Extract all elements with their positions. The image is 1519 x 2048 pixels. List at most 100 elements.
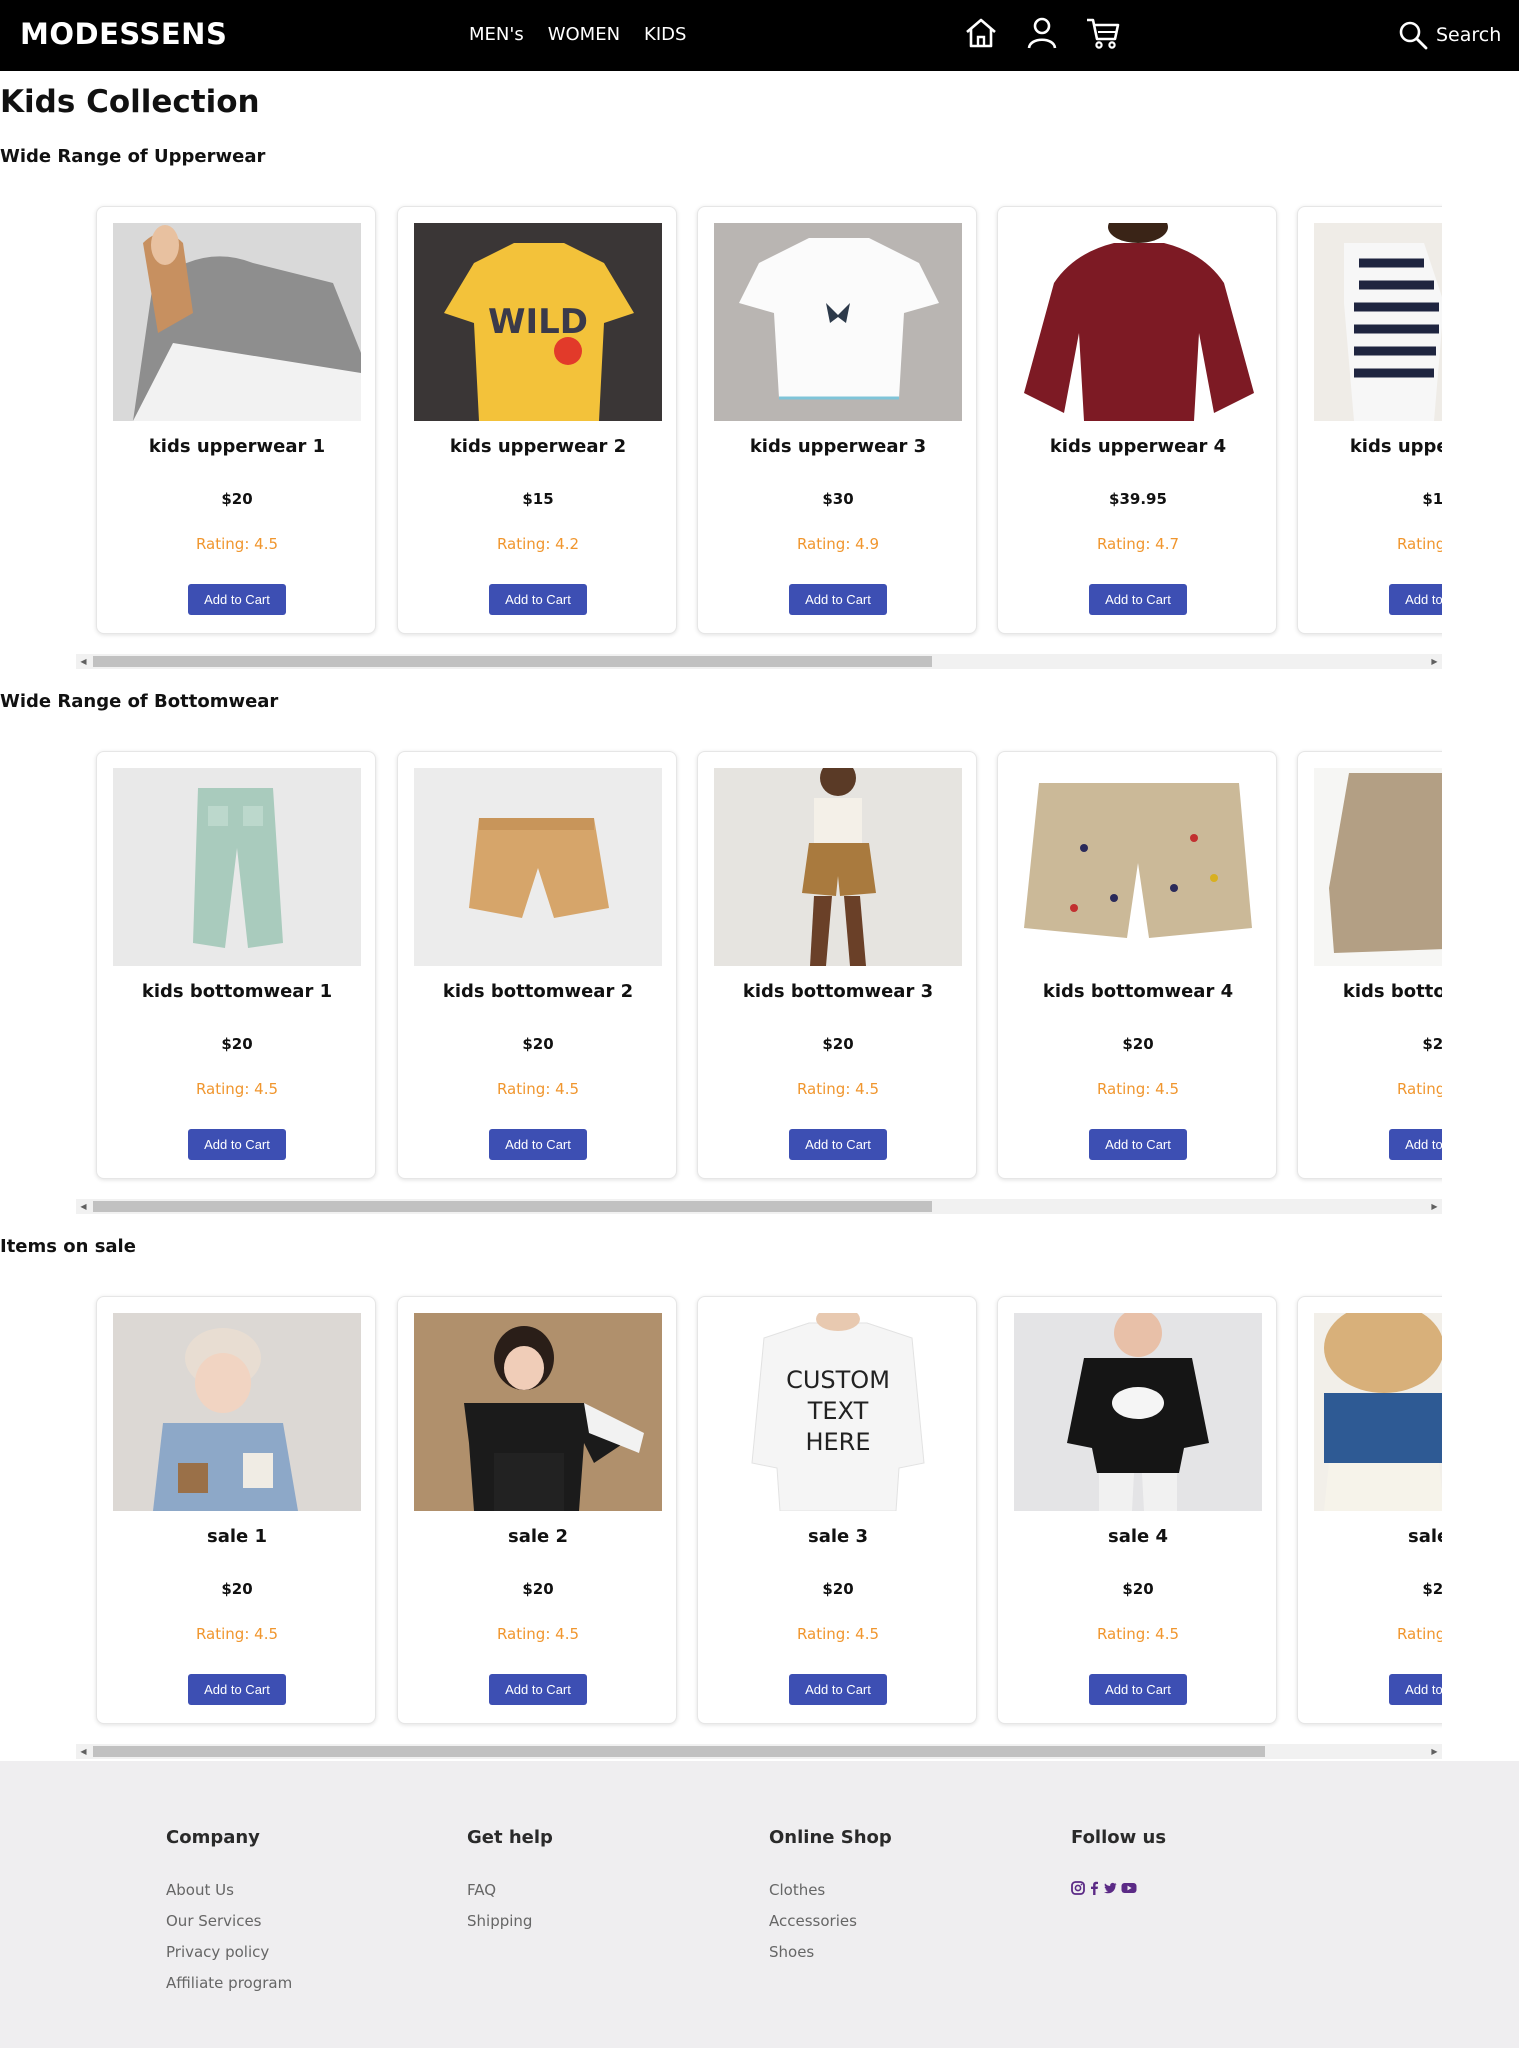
add-to-cart-button[interactable]: Add to Cart: [489, 1129, 587, 1160]
product-image[interactable]: [1314, 1313, 1442, 1511]
nav-icon-group: [963, 15, 1121, 51]
add-to-cart-button[interactable]: Add to Cart: [1389, 1674, 1442, 1705]
nav-link-women[interactable]: WOMEN: [548, 24, 620, 45]
add-to-cart-button[interactable]: Add to Cart: [1389, 584, 1442, 615]
product-name[interactable]: sale 5: [1298, 1526, 1442, 1547]
carousel-sale[interactable]: sale 1 $20 Rating: 4.5 Add to Cart sale …: [76, 1280, 1442, 1735]
add-to-cart-button[interactable]: Add to Cart: [1089, 584, 1187, 615]
product-card: kids upperwear 5 $10 Rating: 4.5 Add to …: [1297, 206, 1442, 634]
product-name[interactable]: kids upperwear 5: [1298, 436, 1442, 457]
facebook-icon[interactable]: [1089, 1881, 1099, 1895]
product-image[interactable]: [1314, 768, 1442, 966]
horizontal-scrollbar[interactable]: ◀ ▶: [76, 1199, 1442, 1214]
product-card: kids bottomwear 5 $20 Rating: 4.5 Add to…: [1297, 751, 1442, 1179]
product-image[interactable]: WILD: [414, 223, 662, 421]
svg-text:HERE: HERE: [805, 1428, 870, 1456]
horizontal-scrollbar[interactable]: ◀ ▶: [76, 1744, 1442, 1759]
product-name[interactable]: kids bottomwear 5: [1298, 981, 1442, 1002]
footer-link-our-services[interactable]: Our Services: [166, 1912, 292, 1930]
main-nav: MEN's WOMEN KIDS: [469, 24, 686, 45]
horizontal-scrollbar[interactable]: ◀ ▶: [76, 654, 1442, 669]
footer-link-clothes[interactable]: Clothes: [769, 1881, 892, 1899]
product-image[interactable]: [414, 1313, 662, 1511]
scroll-right-arrow-icon[interactable]: ▶: [1427, 654, 1442, 669]
product-name[interactable]: kids upperwear 1: [97, 436, 377, 457]
search-button[interactable]: Search: [1398, 20, 1501, 50]
scrollbar-thumb[interactable]: [93, 656, 932, 667]
product-image[interactable]: [714, 768, 962, 966]
section-title-upperwear: Wide Range of Upperwear: [0, 146, 266, 167]
footer-column-get-help: Get help FAQ Shipping: [467, 1827, 553, 1943]
add-to-cart-button[interactable]: Add to Cart: [1089, 1674, 1187, 1705]
footer-link-accessories[interactable]: Accessories: [769, 1912, 892, 1930]
product-image[interactable]: [1014, 768, 1262, 966]
product-image[interactable]: [113, 223, 361, 421]
add-to-cart-button[interactable]: Add to Cart: [188, 1674, 286, 1705]
product-rating: Rating: 4.5: [1396, 1625, 1442, 1643]
product-name[interactable]: kids bottomwear 2: [398, 981, 678, 1002]
scrollbar-thumb[interactable]: [93, 1201, 932, 1212]
scroll-left-arrow-icon[interactable]: ◀: [76, 1199, 91, 1214]
product-name[interactable]: kids upperwear 4: [998, 436, 1278, 457]
carousel-upperwear[interactable]: kids upperwear 1 $20 Rating: 4.5 Add to …: [76, 190, 1442, 645]
svg-text:WILD: WILD: [488, 302, 588, 342]
youtube-icon[interactable]: [1121, 1881, 1137, 1895]
footer-heading: Follow us: [1071, 1827, 1167, 1848]
add-to-cart-button[interactable]: Add to Cart: [188, 1129, 286, 1160]
user-icon[interactable]: [1024, 15, 1060, 51]
cart-icon[interactable]: [1085, 15, 1121, 51]
scrollbar-thumb[interactable]: [93, 1746, 1265, 1757]
footer-link-shoes[interactable]: Shoes: [769, 1943, 892, 1961]
footer-link-faq[interactable]: FAQ: [467, 1881, 553, 1899]
add-to-cart-button[interactable]: Add to Cart: [489, 1674, 587, 1705]
add-to-cart-button[interactable]: Add to Cart: [188, 584, 286, 615]
product-card: sale 4 $20 Rating: 4.5 Add to Cart: [997, 1296, 1277, 1724]
add-to-cart-button[interactable]: Add to Cart: [789, 1674, 887, 1705]
product-rating: Rating: 4.5: [496, 1625, 580, 1643]
product-image[interactable]: [1314, 223, 1442, 421]
product-card: WILD kids upperwear 2 $15 Rating: 4.2 Ad…: [397, 206, 677, 634]
product-name[interactable]: kids upperwear 2: [398, 436, 678, 457]
nav-link-kids[interactable]: KIDS: [644, 24, 686, 45]
scroll-left-arrow-icon[interactable]: ◀: [76, 1744, 91, 1759]
carousel-bottomwear[interactable]: kids bottomwear 1 $20 Rating: 4.5 Add to…: [76, 735, 1442, 1190]
page-title: Kids Collection: [0, 84, 260, 120]
product-name[interactable]: kids upperwear 3: [698, 436, 978, 457]
product-image[interactable]: [1014, 223, 1262, 421]
scroll-left-arrow-icon[interactable]: ◀: [76, 654, 91, 669]
section-title-sale: Items on sale: [0, 1236, 136, 1257]
home-icon[interactable]: [963, 15, 999, 51]
brand-logo[interactable]: MODESSENS: [20, 17, 227, 51]
product-card: sale 2 $20 Rating: 4.5 Add to Cart: [397, 1296, 677, 1724]
product-price: $30: [822, 490, 854, 508]
product-image[interactable]: CUSTOM TEXT HERE: [714, 1313, 962, 1511]
twitter-icon[interactable]: [1103, 1881, 1117, 1895]
product-price: $20: [522, 1035, 554, 1053]
product-image[interactable]: [714, 223, 962, 421]
nav-link-mens[interactable]: MEN's: [469, 24, 524, 45]
product-name[interactable]: sale 4: [998, 1526, 1278, 1547]
add-to-cart-button[interactable]: Add to Cart: [1089, 1129, 1187, 1160]
scroll-right-arrow-icon[interactable]: ▶: [1427, 1744, 1442, 1759]
svg-text:TEXT: TEXT: [807, 1397, 869, 1425]
footer-link-about-us[interactable]: About Us: [166, 1881, 292, 1899]
add-to-cart-button[interactable]: Add to Cart: [489, 584, 587, 615]
product-image[interactable]: [1014, 1313, 1262, 1511]
footer-link-privacy-policy[interactable]: Privacy policy: [166, 1943, 292, 1961]
product-image[interactable]: [113, 1313, 361, 1511]
footer-link-shipping[interactable]: Shipping: [467, 1912, 553, 1930]
product-name[interactable]: kids bottomwear 1: [97, 981, 377, 1002]
add-to-cart-button[interactable]: Add to Cart: [789, 1129, 887, 1160]
instagram-icon[interactable]: [1071, 1881, 1085, 1895]
product-name[interactable]: kids bottomwear 4: [998, 981, 1278, 1002]
product-image[interactable]: [414, 768, 662, 966]
footer-link-affiliate-program[interactable]: Affiliate program: [166, 1974, 292, 1992]
product-name[interactable]: sale 2: [398, 1526, 678, 1547]
product-image[interactable]: [113, 768, 361, 966]
scroll-right-arrow-icon[interactable]: ▶: [1427, 1199, 1442, 1214]
add-to-cart-button[interactable]: Add to Cart: [789, 584, 887, 615]
product-name[interactable]: sale 3: [698, 1526, 978, 1547]
product-name[interactable]: kids bottomwear 3: [698, 981, 978, 1002]
product-name[interactable]: sale 1: [97, 1526, 377, 1547]
add-to-cart-button[interactable]: Add to Cart: [1389, 1129, 1442, 1160]
